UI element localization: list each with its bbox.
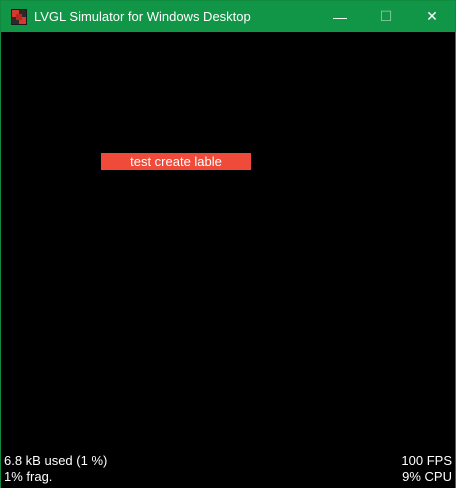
close-icon: ✕ bbox=[426, 8, 438, 24]
fragmentation-text: 1% frag. bbox=[4, 469, 53, 484]
lvgl-logo-icon bbox=[11, 8, 27, 25]
title-bar[interactable]: LVGL Simulator for Windows Desktop — ☐ ✕ bbox=[1, 1, 455, 32]
maximize-icon: ☐ bbox=[379, 8, 393, 24]
close-button[interactable]: ✕ bbox=[409, 1, 455, 32]
minimize-icon: — bbox=[333, 8, 347, 25]
memory-used-text: 6.8 kB used (1 %) bbox=[4, 453, 108, 468]
maximize-button[interactable]: ☐ bbox=[363, 1, 409, 32]
memory-monitor: 6.8 kB used (1 %) 1% frag. bbox=[4, 453, 107, 485]
window-controls: — ☐ ✕ bbox=[317, 1, 455, 32]
performance-monitor: 100 FPS 9% CPU bbox=[401, 453, 452, 485]
simulator-window: LVGL Simulator for Windows Desktop — ☐ ✕… bbox=[0, 0, 456, 488]
window-title: LVGL Simulator for Windows Desktop bbox=[34, 8, 251, 24]
test-label: test create lable bbox=[101, 153, 251, 170]
minimize-button[interactable]: — bbox=[317, 1, 363, 32]
lvgl-screen[interactable]: test create lable 6.8 kB used (1 %) 1% f… bbox=[1, 32, 455, 488]
fps-text: 100 FPS bbox=[401, 453, 452, 468]
cpu-text: 9% CPU bbox=[402, 469, 452, 484]
